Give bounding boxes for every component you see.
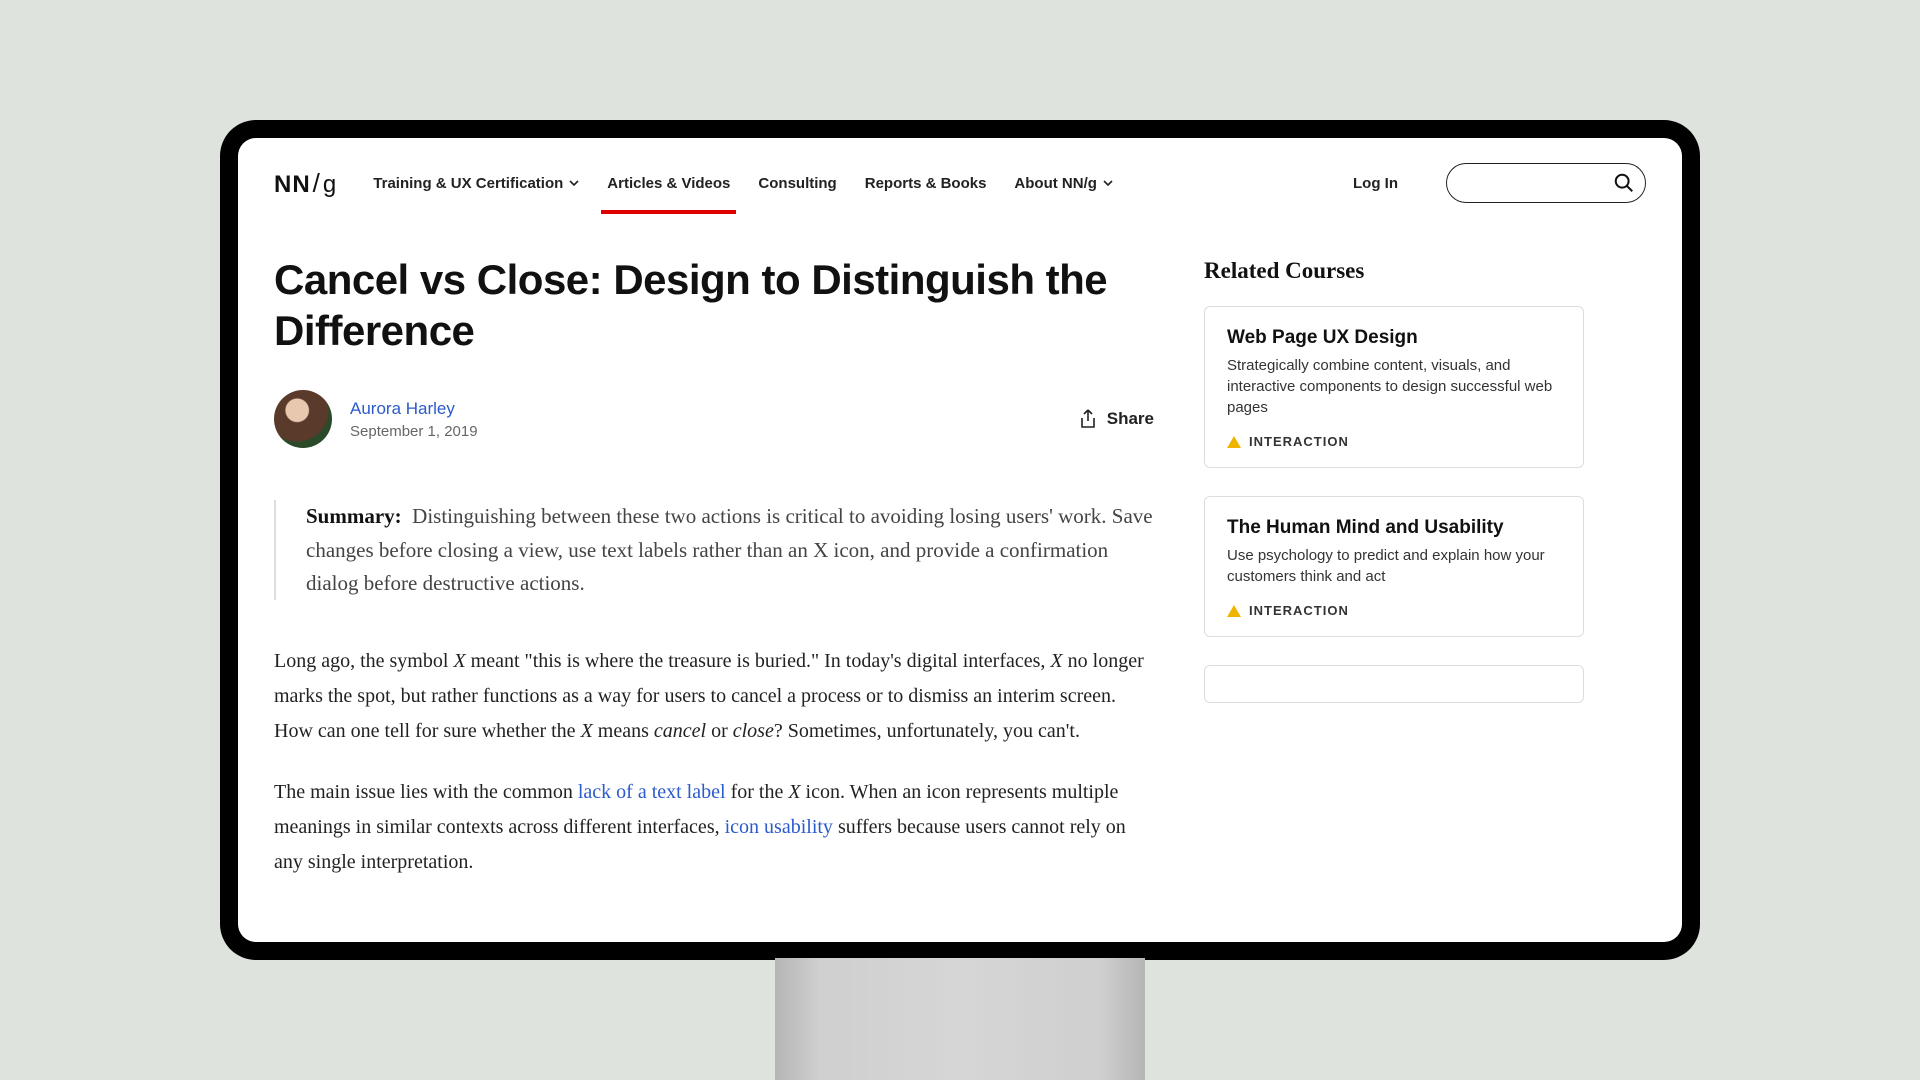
- nav-item-label: Consulting: [758, 175, 836, 192]
- monitor-stand: [775, 958, 1145, 1080]
- course-tag-label: INTERACTION: [1249, 603, 1349, 618]
- sidebar-heading: Related Courses: [1204, 258, 1584, 284]
- search-icon: [1613, 172, 1635, 194]
- nav-articles[interactable]: Articles & Videos: [607, 169, 730, 198]
- byline: Aurora Harley September 1, 2019: [274, 390, 478, 448]
- screen: NN/g Training & UX Certification Article…: [238, 138, 1682, 942]
- logo-slash: /: [313, 168, 321, 199]
- link-lack-of-label[interactable]: lack of a text label: [578, 781, 726, 803]
- course-tag: INTERACTION: [1227, 434, 1561, 449]
- nav-item-label: Articles & Videos: [607, 175, 730, 192]
- content-area: Cancel vs Close: Design to Distinguish t…: [238, 210, 1682, 906]
- course-title: Web Page UX Design: [1227, 327, 1561, 349]
- course-tag-label: INTERACTION: [1249, 434, 1349, 449]
- search-input[interactable]: [1446, 163, 1646, 203]
- login-link[interactable]: Log In: [1353, 175, 1398, 192]
- triangle-icon: [1227, 605, 1241, 617]
- course-desc: Use psychology to predict and explain ho…: [1227, 545, 1561, 587]
- nav-reports[interactable]: Reports & Books: [865, 169, 987, 198]
- share-icon: [1079, 409, 1097, 429]
- course-card[interactable]: [1204, 665, 1584, 703]
- summary-block: Summary: Distinguishing between these tw…: [274, 500, 1154, 600]
- course-card[interactable]: Web Page UX Design Strategically combine…: [1204, 306, 1584, 468]
- byline-row: Aurora Harley September 1, 2019 Share: [274, 390, 1154, 448]
- course-title: The Human Mind and Usability: [1227, 517, 1561, 539]
- nav-training[interactable]: Training & UX Certification: [373, 169, 579, 198]
- body-paragraph-1: Long ago, the symbol X meant "this is wh…: [274, 644, 1154, 749]
- nav-item-label: Training & UX Certification: [373, 175, 563, 192]
- sidebar: Related Courses Web Page UX Design Strat…: [1204, 254, 1584, 906]
- chevron-down-icon: [569, 178, 579, 188]
- nav-items: Training & UX Certification Articles & V…: [373, 169, 1113, 198]
- chevron-down-icon: [1103, 178, 1113, 188]
- author-link[interactable]: Aurora Harley: [350, 399, 478, 419]
- course-tag: INTERACTION: [1227, 603, 1561, 618]
- top-nav: NN/g Training & UX Certification Article…: [238, 138, 1682, 210]
- logo-text-g: g: [323, 171, 337, 199]
- triangle-icon: [1227, 436, 1241, 448]
- nav-about[interactable]: About NN/g: [1014, 169, 1112, 198]
- summary-text: Distinguishing between these two actions…: [306, 504, 1153, 594]
- nav-item-label: About NN/g: [1014, 175, 1096, 192]
- summary-label: Summary:: [306, 504, 402, 528]
- body-paragraph-2: The main issue lies with the common lack…: [274, 775, 1154, 880]
- link-icon-usability[interactable]: icon usability: [725, 816, 833, 838]
- nav-consulting[interactable]: Consulting: [758, 169, 836, 198]
- logo-text-nn: NN: [274, 171, 311, 199]
- course-desc: Strategically combine content, visuals, …: [1227, 355, 1561, 418]
- share-button[interactable]: Share: [1079, 409, 1154, 429]
- course-card[interactable]: The Human Mind and Usability Use psychol…: [1204, 496, 1584, 637]
- author-avatar[interactable]: [274, 390, 332, 448]
- monitor-frame: NN/g Training & UX Certification Article…: [220, 120, 1700, 960]
- article-date: September 1, 2019: [350, 423, 478, 440]
- article-title: Cancel vs Close: Design to Distinguish t…: [274, 254, 1154, 356]
- nav-item-label: Reports & Books: [865, 175, 987, 192]
- share-label: Share: [1107, 409, 1154, 429]
- logo[interactable]: NN/g: [274, 168, 337, 199]
- article-main: Cancel vs Close: Design to Distinguish t…: [274, 254, 1154, 906]
